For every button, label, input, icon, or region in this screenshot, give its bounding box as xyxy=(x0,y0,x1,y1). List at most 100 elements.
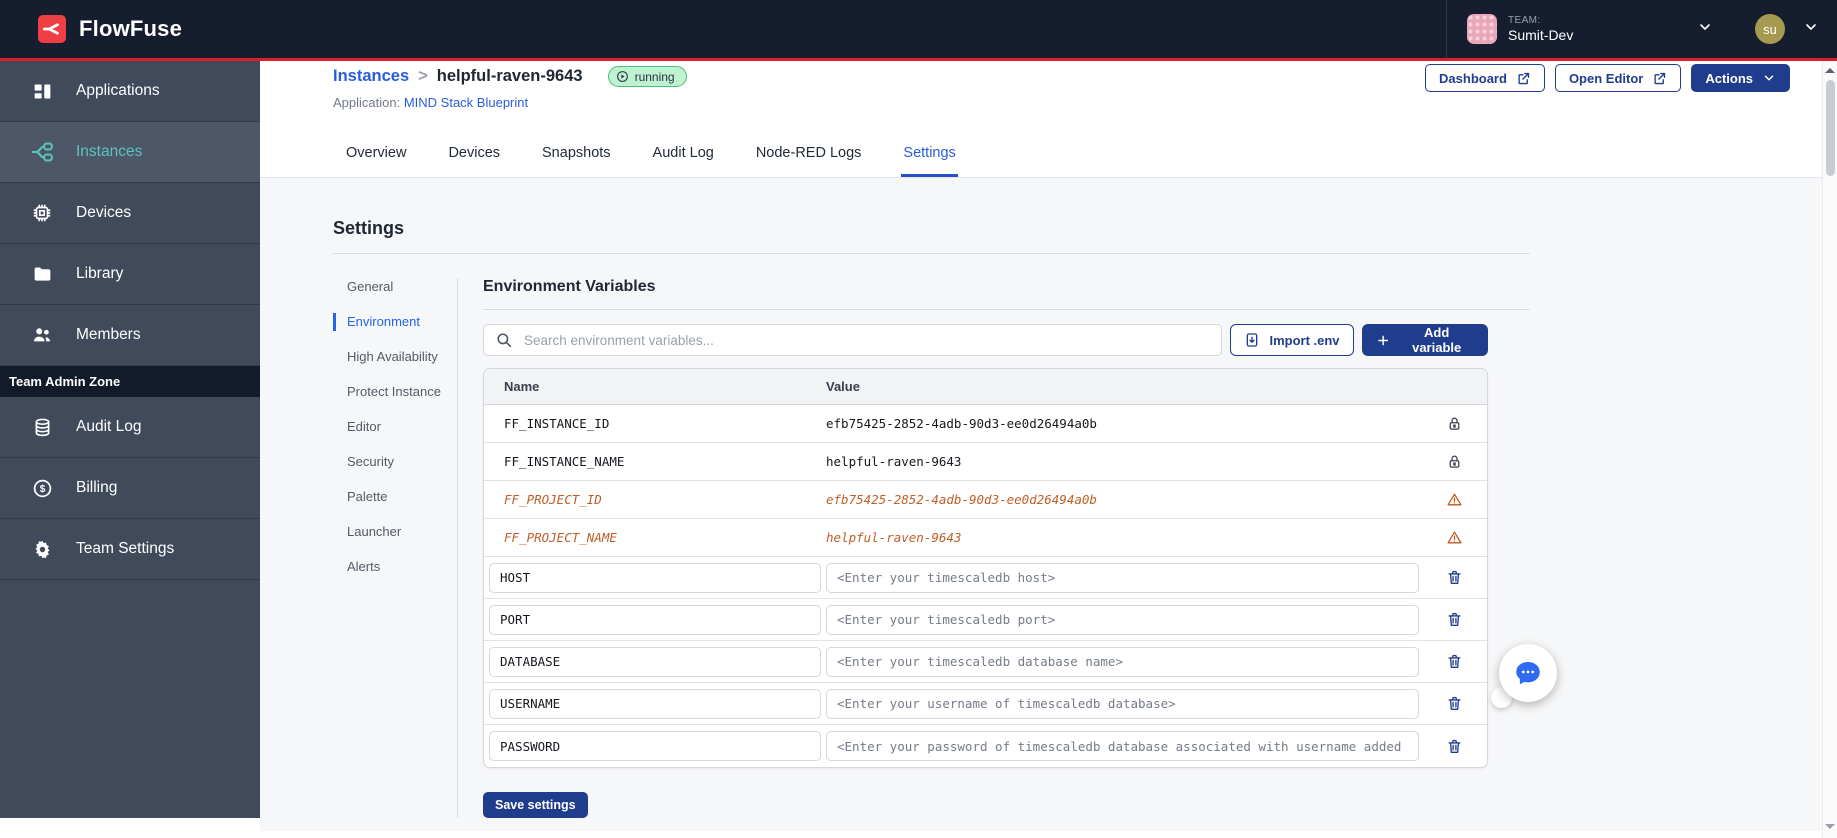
sidebar-item-label: Billing xyxy=(76,479,118,496)
sidebar-item-audit-log[interactable]: Audit Log xyxy=(0,397,260,458)
page-title: Settings xyxy=(333,218,405,238)
open-editor-button[interactable]: Open Editor xyxy=(1554,64,1682,92)
env-var-value-input[interactable] xyxy=(826,646,1419,677)
brand[interactable]: FlowFuse xyxy=(38,15,182,43)
search-input[interactable] xyxy=(522,331,1210,349)
delete-variable-button[interactable] xyxy=(1446,653,1463,670)
chevron-down-icon xyxy=(1697,19,1713,40)
env-var-value-input[interactable] xyxy=(826,562,1419,593)
scrollbar-down-arrow[interactable] xyxy=(1825,824,1835,829)
application-link[interactable]: MIND Stack Blueprint xyxy=(404,95,528,110)
actions-button-label: Actions xyxy=(1705,70,1753,86)
env-var-value: efb75425-2852-4adb-90d3-ee0d26494a0b xyxy=(826,416,1097,431)
subnav-palette[interactable]: Palette xyxy=(333,488,445,506)
sidebar-item-team-settings[interactable]: Team Settings xyxy=(0,519,260,580)
application-line: Application: MIND Stack Blueprint xyxy=(333,95,1822,110)
sidebar-item-library[interactable]: Library xyxy=(0,244,260,305)
env-controls: Import .env Add variable xyxy=(483,324,1488,356)
main-area: Instances > helpful-raven-9643 running A… xyxy=(260,61,1822,838)
trash-icon xyxy=(1448,570,1460,584)
section-title: Environment Variables xyxy=(483,278,1530,310)
tab-overview[interactable]: Overview xyxy=(344,145,408,177)
env-var-value-input[interactable] xyxy=(826,731,1419,761)
tab-node-red-logs[interactable]: Node-RED Logs xyxy=(754,145,864,177)
env-var-name-input[interactable] xyxy=(489,688,821,719)
trash-icon xyxy=(1448,612,1460,626)
sidebar-item-members[interactable]: Members xyxy=(0,305,260,366)
sidebar-item-label: Members xyxy=(76,326,141,343)
scrollbar[interactable] xyxy=(1822,61,1837,838)
save-settings-button[interactable]: Save settings xyxy=(483,792,588,818)
env-var-name-input[interactable] xyxy=(489,604,821,635)
divider xyxy=(333,253,1530,254)
team-name: Sumit-Dev xyxy=(1508,26,1574,43)
column-header-value: Value xyxy=(826,379,860,394)
plus-icon xyxy=(1378,335,1389,345)
user-menu[interactable]: su xyxy=(1729,14,1837,44)
gear-icon xyxy=(30,537,54,561)
dashboard-button[interactable]: Dashboard xyxy=(1425,64,1545,92)
subnav-protect-instance[interactable]: Protect Instance xyxy=(333,383,445,401)
import-file-icon xyxy=(1247,333,1258,347)
subnav-high-availability[interactable]: High Availability xyxy=(333,348,445,366)
actions-button[interactable]: Actions xyxy=(1691,64,1790,92)
dollar-icon: $ xyxy=(30,476,54,500)
folder-icon xyxy=(30,262,54,286)
trash-icon xyxy=(1448,739,1460,753)
import-env-button[interactable]: Import .env xyxy=(1230,324,1354,356)
team-avatar xyxy=(1467,14,1497,44)
tab-settings[interactable]: Settings xyxy=(901,145,958,177)
settings-content: Settings General Environment High Availa… xyxy=(260,178,1822,831)
delete-variable-button[interactable] xyxy=(1446,695,1463,712)
table-row: FF_PROJECT_NAME helpful-raven-9643 xyxy=(484,519,1487,557)
table-row: FF_INSTANCE_NAME helpful-raven-9643 xyxy=(484,443,1487,481)
env-var-name: FF_PROJECT_ID xyxy=(504,492,602,507)
table-row xyxy=(484,683,1487,725)
table-row: FF_INSTANCE_ID efb75425-2852-4adb-90d3-e… xyxy=(484,405,1487,443)
divider xyxy=(457,278,458,818)
tab-snapshots[interactable]: Snapshots xyxy=(540,145,613,177)
subnav-editor[interactable]: Editor xyxy=(333,418,445,436)
scrollbar-up-arrow[interactable] xyxy=(1825,68,1835,73)
subnav-security[interactable]: Security xyxy=(333,453,445,471)
env-var-value: helpful-raven-9643 xyxy=(826,530,962,545)
env-var-name-input[interactable] xyxy=(489,731,821,761)
lock-icon xyxy=(1449,455,1459,468)
sidebar-item-instances[interactable]: Instances xyxy=(0,122,260,183)
users-icon xyxy=(30,323,54,347)
delete-variable-button[interactable] xyxy=(1446,569,1463,586)
sidebar-item-label: Applications xyxy=(76,82,160,99)
svg-text:$: $ xyxy=(39,484,45,495)
sidebar-item-devices[interactable]: Devices xyxy=(0,183,260,244)
scrollbar-thumb[interactable] xyxy=(1825,80,1835,176)
search-box xyxy=(483,324,1222,356)
delete-variable-button[interactable] xyxy=(1446,738,1463,755)
delete-variable-button[interactable] xyxy=(1446,611,1463,628)
sidebar-item-applications[interactable]: Applications xyxy=(0,61,260,122)
subnav-environment[interactable]: Environment xyxy=(333,313,445,331)
instance-name: helpful-raven-9643 xyxy=(436,67,583,85)
instance-tabs: Overview Devices Snapshots Audit Log Nod… xyxy=(260,145,1822,178)
chat-launcher-button[interactable] xyxy=(1499,644,1557,702)
add-variable-button[interactable]: Add variable xyxy=(1362,324,1488,356)
subnav-general[interactable]: General xyxy=(333,278,445,296)
breadcrumb-instances-link[interactable]: Instances xyxy=(333,67,409,86)
subnav-alerts[interactable]: Alerts xyxy=(333,558,445,576)
tab-devices[interactable]: Devices xyxy=(446,145,502,177)
env-var-name-input[interactable] xyxy=(489,646,821,677)
team-selector[interactable]: TEAM: Sumit-Dev xyxy=(1447,0,1729,58)
env-var-value-input[interactable] xyxy=(826,688,1419,719)
subnav-launcher[interactable]: Launcher xyxy=(333,523,445,541)
chat-bubble-icon xyxy=(1516,662,1540,685)
table-row xyxy=(484,641,1487,683)
play-icon xyxy=(616,71,628,82)
status-text: running xyxy=(634,69,675,84)
sidebar-item-label: Team Settings xyxy=(76,540,175,557)
tab-audit-log[interactable]: Audit Log xyxy=(651,145,716,177)
env-var-name-input[interactable] xyxy=(489,562,821,593)
top-bar: FlowFuse TEAM: Sumit-Dev su xyxy=(0,0,1837,61)
dashboard-button-label: Dashboard xyxy=(1439,70,1507,86)
env-var-value-input[interactable] xyxy=(826,604,1419,635)
external-link-icon xyxy=(1654,72,1666,84)
sidebar-item-billing[interactable]: $ Billing xyxy=(0,458,260,519)
